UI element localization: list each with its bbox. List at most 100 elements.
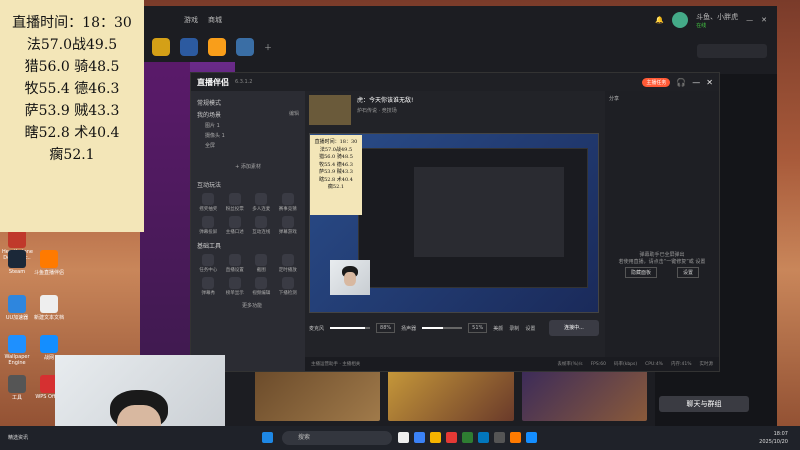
tool-item[interactable]: 主播口述 — [224, 216, 247, 235]
news-thumb[interactable] — [388, 366, 514, 421]
panel-settings-button[interactable]: 设置 — [676, 267, 699, 278]
beauty-button[interactable]: 美颜 — [493, 325, 503, 332]
speaker-slider[interactable] — [422, 327, 463, 329]
start-icon[interactable] — [262, 432, 273, 443]
app-version: 6.3.1.2 — [235, 79, 253, 85]
status-item: 内存:41% — [670, 362, 692, 367]
friend-search-input[interactable] — [697, 44, 767, 58]
tool-item[interactable]: 直播设置 — [224, 254, 247, 273]
tool-item[interactable]: 互动连线 — [250, 216, 273, 235]
game-tabs: ＋ — [140, 34, 777, 60]
wow-tab-icon[interactable] — [152, 38, 170, 56]
taskbar: 精选资讯 搜索 18:07 2025/10/20 — [0, 426, 800, 450]
tool-item[interactable]: 弹幕投屏 — [197, 216, 220, 235]
stats-line: 猎56.0 骑48.5 — [24, 59, 120, 75]
companion-titlebar: 直播伴侣 6.3.1.2 主播任务 🎧 — ✕ — [191, 73, 719, 91]
stats-overlay-preview: 直播时间：18：30 法57.0战49.5 猎56.0 骑48.5 牧55.4 … — [310, 135, 362, 215]
add-tab-icon[interactable]: ＋ — [264, 42, 272, 53]
tab-games[interactable]: 游戏 — [184, 15, 198, 25]
tool-item[interactable]: 视频编辑 — [250, 277, 273, 296]
tool-item[interactable]: 截图 — [250, 254, 273, 273]
interact-section-label: 互动玩法 — [197, 182, 222, 189]
overwatch-tab-icon[interactable] — [208, 38, 226, 56]
status-item: CPU:4% — [645, 361, 663, 367]
news-widget[interactable]: 精选资讯 — [8, 434, 28, 441]
minimize-icon[interactable]: — — [692, 78, 700, 87]
tool-item[interactable]: 赛事竞猜 — [277, 193, 300, 212]
app-icon[interactable] — [478, 432, 489, 443]
desktop-icon-txt[interactable]: 新建文本文档 — [34, 295, 64, 321]
status-item: 码率(kbps) — [613, 362, 638, 367]
tab-store[interactable]: 商城 — [208, 15, 222, 25]
hide-panel-button[interactable]: 隐藏面板 — [624, 267, 657, 278]
stats-line: 瘸52.1 — [327, 184, 345, 190]
tool-item[interactable]: 弹幕秀 — [197, 277, 220, 296]
tool-item[interactable]: 任务中心 — [197, 254, 220, 273]
taskview-icon[interactable] — [398, 432, 409, 443]
news-thumb[interactable] — [255, 366, 381, 421]
scene-edit-button[interactable]: 编辑 — [289, 110, 299, 119]
more-tools-button[interactable]: 更多功能 — [205, 302, 299, 309]
tool-item[interactable]: 多人连麦 — [250, 193, 273, 212]
bottom-note: 主播运营助手 · 主播相关 — [311, 362, 361, 367]
hearthstone-tab-icon[interactable] — [236, 38, 254, 56]
douyu-taskbar-icon[interactable] — [510, 432, 521, 443]
user-name: 斗鱼、小胖虎 — [696, 12, 739, 21]
room-info: 虎：今天你该谁无敌! 炉石传说 · 竞技场 — [305, 91, 605, 131]
hots-tab-icon[interactable] — [180, 38, 198, 56]
tool-item[interactable]: 粉丝投票 — [224, 193, 247, 212]
desktop-icon-steam[interactable]: Steam — [2, 250, 32, 275]
source-item[interactable]: 全屏 — [205, 142, 299, 149]
desktop-icon-wallpaper[interactable]: Wallpaper Engine — [2, 335, 32, 366]
mode-selector[interactable]: 常规模式 — [197, 98, 299, 107]
explorer-icon[interactable] — [430, 432, 441, 443]
go-live-button[interactable]: 连接中... — [549, 320, 599, 336]
live-companion-window: 直播伴侣 6.3.1.2 主播任务 🎧 — ✕ 常规模式 我的场景 编辑 图片 … — [190, 72, 720, 372]
stats-line: 直播时间：18：30 — [314, 139, 358, 145]
nested-screen — [358, 148, 588, 288]
avatar[interactable] — [672, 12, 689, 28]
danmaku-panel: 分享 弹幕助手已全屏弹出 若使用直播，请点击“一键修复”或 设置 隐藏面板 设置 — [605, 91, 719, 371]
task-badge[interactable]: 主播任务 — [642, 77, 671, 87]
mic-slider[interactable] — [330, 327, 371, 329]
source-item[interactable]: 摄像头 1 — [205, 132, 299, 139]
desktop-icon-douyu[interactable]: 斗鱼直播伴侣 — [34, 250, 64, 276]
news-thumbnails — [255, 366, 647, 421]
tool-item[interactable]: 定时播放 — [277, 254, 300, 273]
system-clock[interactable]: 18:07 2025/10/20 — [759, 430, 788, 446]
app-icon[interactable] — [462, 432, 473, 443]
taskbar-search[interactable]: 搜索 — [282, 431, 392, 445]
add-source-button[interactable]: + 添加素材 — [197, 163, 299, 170]
tool-item[interactable]: 下播检测 — [277, 277, 300, 296]
desktop-icon-tools[interactable]: 工具 — [2, 375, 32, 401]
room-cover[interactable] — [309, 95, 351, 125]
record-button[interactable]: 录制 — [509, 325, 519, 332]
headset-icon[interactable]: 🎧 — [676, 78, 686, 87]
stats-line: 瞎52.8 术40.4 — [319, 176, 353, 183]
source-item[interactable]: 图片 1 — [205, 122, 299, 129]
room-title[interactable]: 虎：今天你该谁无敌! — [357, 95, 413, 104]
basic-section-label: 基础工具 — [197, 243, 222, 250]
close-icon[interactable]: ✕ — [706, 78, 713, 87]
settings-button[interactable]: 设置 — [525, 325, 535, 332]
app-icon[interactable] — [494, 432, 505, 443]
speaker-percent: 51% — [468, 323, 488, 333]
close-icon[interactable]: ✕ — [761, 16, 767, 24]
room-category[interactable]: 炉石传说 · 竞技场 — [357, 107, 413, 114]
tool-item[interactable]: 摇奖抽奖 — [197, 193, 220, 212]
client-topbar: 游戏 商城 🔔 斗鱼、小胖虎 在线 — ✕ — [140, 6, 777, 34]
minimize-icon[interactable]: — — [746, 16, 753, 24]
stats-line: 直播时间：18：30 — [12, 15, 132, 31]
share-button[interactable]: 分享 — [609, 95, 619, 102]
chat-groups-button[interactable]: 聊天与群组 — [659, 396, 749, 412]
battlenet-taskbar-icon[interactable] — [526, 432, 537, 443]
tool-item[interactable]: 弹幕游戏 — [277, 216, 300, 235]
interact-tools: 摇奖抽奖 粉丝投票 多人连麦 赛事竞猜 弹幕投屏 主播口述 互动连线 弹幕游戏 — [197, 193, 299, 235]
tool-item[interactable]: 榜单显示 — [224, 277, 247, 296]
desktop-icon-uu[interactable]: UU加速器 — [2, 295, 32, 321]
app-icon[interactable] — [446, 432, 457, 443]
bell-icon[interactable]: 🔔 — [655, 16, 664, 24]
companion-sidebar: 常规模式 我的场景 编辑 图片 1 摄像头 1 全屏 + 添加素材 互动玩法 摇… — [191, 91, 305, 371]
news-thumb[interactable] — [521, 366, 647, 421]
edge-icon[interactable] — [414, 432, 425, 443]
